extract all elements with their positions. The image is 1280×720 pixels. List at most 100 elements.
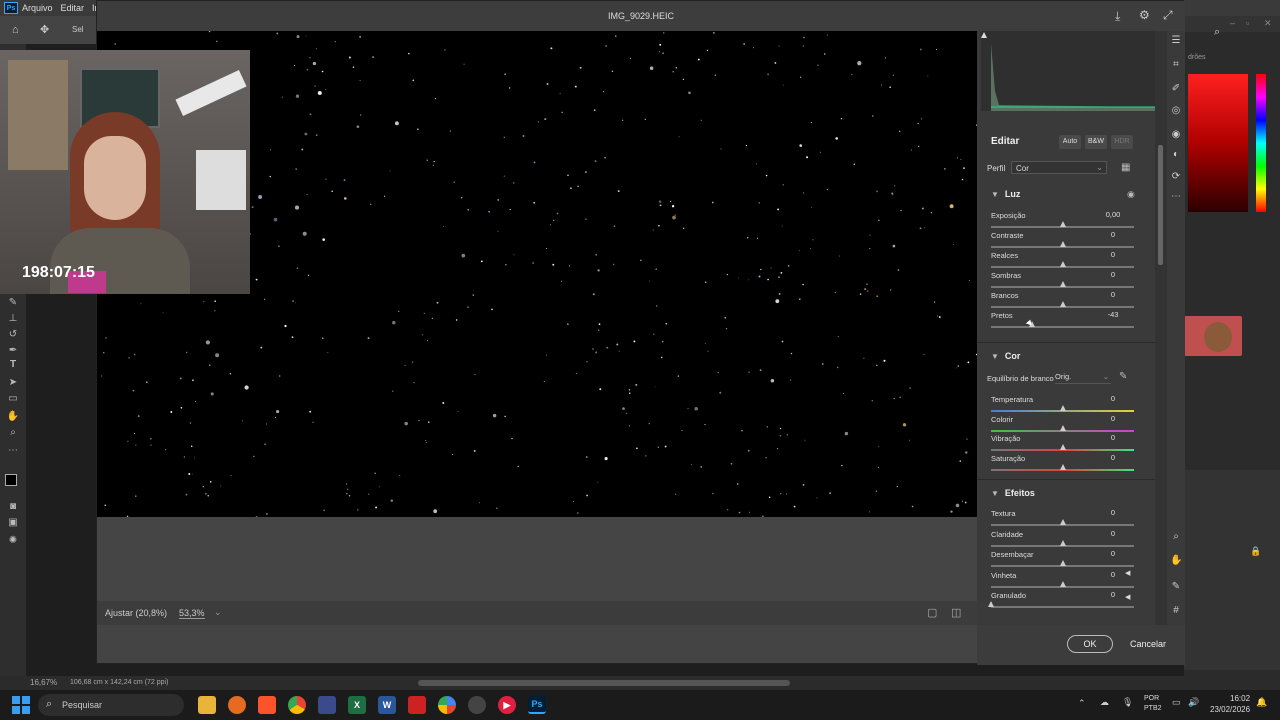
move-tool-icon[interactable]: ✥ [40,23,49,36]
foreground-color-swatch[interactable] [5,474,17,486]
more-tools-icon[interactable]: ⋯ [6,444,20,458]
fullscreen-icon[interactable]: ⤢ [1163,8,1173,23]
close-window-icon[interactable]: ✕ [1264,18,1272,29]
minimize-icon[interactable]: – [1230,18,1235,28]
compare-view-icon[interactable]: ◫ [951,606,961,619]
slider-thumb[interactable] [1059,444,1066,451]
slider-claridade[interactable]: Claridade 0 [991,528,1135,550]
section-efeitos[interactable]: ▼ Efeitos [991,485,1035,501]
volume-icon[interactable]: 🔊 [1188,697,1199,708]
pen-tool-icon[interactable]: ✒ [6,344,20,358]
sampler-icon[interactable]: ✎ [1170,581,1182,593]
heal-icon[interactable]: ✐ [1170,83,1182,95]
history-brush-icon[interactable]: ↺ [6,328,20,342]
slider-brancos[interactable]: Brancos 0 [991,289,1135,311]
word-icon[interactable]: W [378,696,396,714]
save-icon[interactable]: ⤓ [1115,9,1120,24]
slider-desembacar[interactable]: Desembaçar 0 [991,548,1135,570]
slider-value-input[interactable]: 0 [1095,432,1131,443]
slider-value-input[interactable]: 0 [1095,413,1131,424]
slider-thumb[interactable] [1059,519,1066,525]
slider-value-input[interactable]: 0 [1095,249,1131,260]
slider-value-input[interactable]: 0 [1095,452,1131,463]
search-icon[interactable]: ⌕ [1214,26,1220,39]
slider-thumb[interactable] [1059,301,1066,307]
photoshop-taskbar-icon[interactable]: Ps [528,696,546,714]
slider-thumb[interactable] [1059,464,1066,471]
slider-value-input[interactable]: 0 [1095,589,1131,600]
auto-button[interactable]: Auto [1059,135,1081,149]
github-icon[interactable] [468,696,486,714]
eye-icon[interactable]: ◉ [1127,189,1135,200]
edit-sliders-icon[interactable]: ☰ [1170,35,1182,47]
layer-thumbnail[interactable] [1184,316,1242,356]
more-icon[interactable]: ⋯ [1170,191,1182,203]
slider-value-input[interactable]: 0 [1095,528,1131,539]
hdr-button[interactable]: HDR [1111,135,1133,149]
cloud-icon[interactable]: ☁ [1100,697,1109,708]
slider-value-input[interactable]: 0 [1095,393,1131,404]
ok-button[interactable]: OK [1067,635,1113,653]
media-player-icon[interactable]: ▶ [498,696,516,714]
generative-icon[interactable]: ✺ [6,534,20,548]
app-icon[interactable] [318,696,336,714]
home-icon[interactable]: ⌂ [12,24,19,36]
windows-start-icon[interactable] [12,696,30,714]
slider-track[interactable] [991,606,1134,608]
slider-pretos[interactable]: Pretos -43 [991,309,1135,331]
slider-thumb[interactable] [1059,580,1066,587]
presets-icon[interactable]: ◐ [1170,149,1182,161]
firefox-icon[interactable] [228,696,246,714]
slider-thumb[interactable] [988,601,994,607]
hue-slider[interactable] [1256,74,1266,212]
taskbar-search[interactable]: ⌕ Pesquisar [38,694,184,716]
slider-value-input[interactable]: -43 [1095,309,1131,320]
language-top[interactable]: POR [1144,695,1159,702]
slider-value-input[interactable]: 0 [1095,289,1131,300]
rectangle-tool-icon[interactable]: ▭ [6,392,20,406]
mic-icon[interactable]: 🎙 [1122,697,1133,708]
clock-date[interactable]: 23/02/2026 [1210,705,1250,714]
mask-icon[interactable]: ◎ [1170,105,1182,117]
clock-time[interactable]: 16:02 [1230,694,1250,703]
brush-tool-icon[interactable]: ✎ [6,296,20,310]
maximize-icon[interactable]: ▫ [1246,18,1249,28]
section-cor[interactable]: ▼ Cor [991,348,1020,364]
slider-track[interactable] [991,326,1134,328]
chrome-icon[interactable] [288,696,306,714]
slider-granulado[interactable]: Granulado 0 [988,589,1135,611]
lock-icon[interactable]: 🔒 [1250,546,1261,557]
chevron-down-icon[interactable]: ⌄ [214,607,222,618]
wb-dropdown[interactable]: Orig. ⌄ [1055,372,1111,384]
zoom-icon[interactable]: ⌕ [1170,531,1182,543]
slider-value-input[interactable]: 0 [1095,548,1131,559]
section-luz[interactable]: ▼ Luz [991,186,1020,202]
slider-sombras[interactable]: Sombras 0 [991,270,1135,291]
cancel-button[interactable]: Cancelar [1123,635,1173,653]
slider-thumb[interactable] [1059,560,1066,566]
gear-icon[interactable]: ⚙ [1139,8,1150,22]
slider-thumb[interactable] [1059,241,1066,247]
slider-textura[interactable]: Textura 0 [991,508,1135,529]
edit-panel-scrollbar[interactable] [1155,31,1167,625]
scrollbar-thumb[interactable] [1158,145,1163,265]
notification-icon[interactable]: 🔔 [1256,697,1267,708]
brave-icon[interactable] [258,696,276,714]
crop-icon[interactable]: ⌗ [1170,59,1182,71]
hand-tool-icon[interactable]: ✋ [6,410,20,424]
slider-value-input[interactable]: 0,00 [1095,209,1131,220]
slider-thumb[interactable] [1059,281,1066,287]
path-select-icon[interactable]: ➤ [6,376,20,390]
hand-icon[interactable]: ✋ [1170,555,1182,567]
color-picker-field[interactable] [1188,74,1248,212]
slider-exposicao[interactable]: Exposição 0,00 [991,209,1135,231]
redeye-icon[interactable]: ◉ [1170,129,1182,141]
recorder-icon[interactable] [408,696,426,714]
screen-mode-icon[interactable]: ▣ [6,516,20,530]
menu-editar[interactable]: Editar [61,3,85,13]
bw-button[interactable]: B&W [1085,135,1107,149]
grid-icon[interactable]: # [1170,605,1182,617]
slider-value-input[interactable]: 0 [1095,569,1131,580]
stamp-tool-icon[interactable]: ⊥ [6,312,20,326]
profile-dropdown[interactable]: Cor ⌄ [1011,161,1107,174]
